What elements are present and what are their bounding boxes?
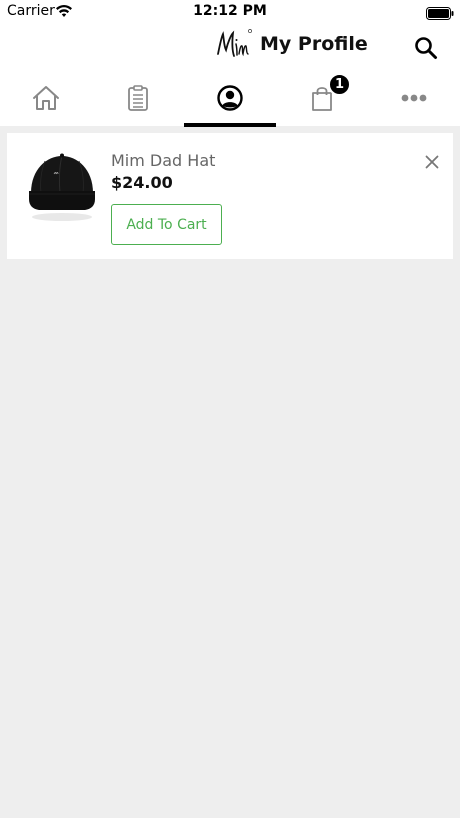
search-icon [415,37,437,59]
brand-logo [210,26,256,68]
battery-icon [426,5,454,24]
app-header: My Profile [0,24,460,70]
more-dots-icon [401,94,427,102]
add-to-cart-button[interactable]: Add To Cart [111,204,222,245]
cart-count-badge: 1 [328,73,351,96]
tab-more[interactable] [368,70,460,126]
user-circle-icon [217,85,243,111]
tab-bar [0,70,460,126]
cap-image[interactable] [25,147,99,229]
remove-item-button[interactable] [421,151,443,173]
tab-home[interactable] [0,70,92,126]
active-tab-indicator [184,123,276,127]
home-icon [33,86,59,110]
page-title: My Profile [260,33,368,55]
product-name[interactable]: Mim Dad Hat [111,151,215,170]
search-button[interactable] [410,32,442,64]
tab-profile[interactable] [184,70,276,126]
status-time: 12:12 PM [193,3,267,19]
tab-cart[interactable] [276,70,368,126]
status-bar: Carrier 12:12 PM [0,0,460,24]
tab-orders[interactable] [92,70,184,126]
product-price: $24.00 [111,173,173,192]
clipboard-icon [128,85,148,111]
wishlist-item-card: Mim Dad Hat $24.00 Add To Cart [7,133,453,259]
close-icon [425,155,439,169]
